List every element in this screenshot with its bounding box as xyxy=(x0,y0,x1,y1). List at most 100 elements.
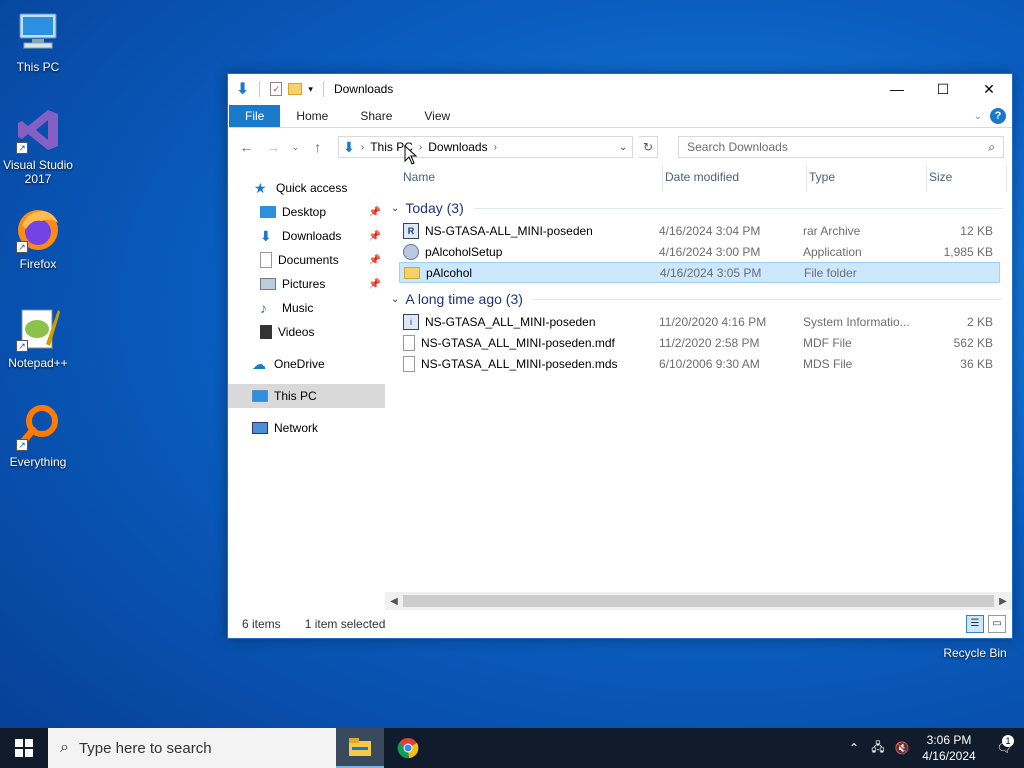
breadcrumb-downloads[interactable]: Downloads xyxy=(428,140,487,154)
tab-file[interactable]: File xyxy=(229,105,281,127)
column-size[interactable]: Size xyxy=(927,166,1007,192)
new-folder-icon[interactable] xyxy=(288,83,303,95)
details-view-icon[interactable]: ☰ xyxy=(966,615,984,633)
tab-home[interactable]: Home xyxy=(280,105,344,127)
customize-toolbar-icon[interactable]: ▾ xyxy=(308,84,313,95)
shortcut-arrow-icon: ↗ xyxy=(16,241,28,253)
system-tray: ⌃ 🖧 🔇 3:06 PM 4/16/2024 🗨 1 xyxy=(842,728,1024,768)
desktop-folder-icon xyxy=(260,206,276,218)
chevron-down-icon: ⌄ xyxy=(391,293,400,305)
tab-view[interactable]: View xyxy=(408,105,466,127)
cloud-icon: ☁ xyxy=(252,356,266,372)
shortcut-arrow-icon: ↗ xyxy=(16,142,28,154)
search-input[interactable]: Search Downloads ⌕ xyxy=(678,136,1004,158)
rar-archive-icon: R xyxy=(403,222,419,239)
desktop-icon-this-pc[interactable]: This PC xyxy=(0,8,76,74)
nav-videos[interactable]: Videos xyxy=(228,320,385,344)
shortcut-arrow-icon: ↗ xyxy=(16,439,28,451)
desktop-icon-label: This PC xyxy=(16,60,60,74)
desktop-icon-label: Recycle Bin xyxy=(943,646,1007,660)
documents-icon xyxy=(260,252,272,268)
back-button[interactable]: ← xyxy=(236,139,257,155)
computer-icon xyxy=(252,390,268,402)
file-list: Name Date modified Type Size ⌄ Today (3)… xyxy=(385,166,1012,610)
file-row-selected[interactable]: pAlcohol 4/16/2024 3:05 PM File folder xyxy=(399,262,1000,283)
file-row[interactable]: pAlcoholSetup 4/16/2024 3:00 PM Applicat… xyxy=(399,241,1000,262)
file-row[interactable]: NS-GTASA_ALL_MINI-poseden.mdf 11/2/2020 … xyxy=(399,332,1000,353)
desktop-icon-firefox[interactable]: ↗ Firefox xyxy=(0,205,76,271)
close-button[interactable]: ✕ xyxy=(966,74,1012,104)
nav-onedrive[interactable]: ☁ OneDrive xyxy=(228,352,385,376)
refresh-button[interactable]: ↻ xyxy=(639,136,659,158)
nav-this-pc[interactable]: This PC xyxy=(228,384,385,408)
download-arrow-icon[interactable]: ⬇ xyxy=(236,79,249,99)
column-headers: Name Date modified Type Size xyxy=(385,166,1012,192)
system-info-icon: i xyxy=(403,313,419,330)
file-icon xyxy=(403,334,415,351)
scrollbar-thumb[interactable] xyxy=(403,595,994,607)
group-header-today[interactable]: ⌄ Today (3) xyxy=(385,196,1012,220)
nav-network[interactable]: Network xyxy=(228,416,385,440)
column-type[interactable]: Type xyxy=(807,166,927,192)
windows-logo-icon xyxy=(15,739,33,757)
up-button[interactable]: ↑ xyxy=(307,139,328,155)
notepadpp-icon: ↗ xyxy=(14,304,62,352)
taskbar-chrome[interactable] xyxy=(384,728,432,768)
desktop-icon-visual-studio[interactable]: ↗ Visual Studio 2017 xyxy=(0,106,76,186)
nav-pictures[interactable]: Pictures 📌 xyxy=(228,272,385,296)
address-bar[interactable]: ⬇ › This PC › Downloads › ⌄ xyxy=(338,136,634,158)
nav-quick-access[interactable]: ★ Quick access xyxy=(228,176,385,200)
recent-locations-icon[interactable]: ⌄ xyxy=(290,142,301,153)
title-bar: ⬇ ✓ ▾ Downloads ― ☐ ✕ xyxy=(228,74,1012,104)
maximize-button[interactable]: ☐ xyxy=(920,74,966,104)
minimize-button[interactable]: ― xyxy=(874,74,920,104)
nav-music[interactable]: ♪ Music xyxy=(228,296,385,320)
navigation-pane: ★ Quick access Desktop 📌 ⬇ Downloads 📌 D… xyxy=(228,166,385,610)
notification-badge: 1 xyxy=(1002,735,1014,747)
network-icon[interactable]: 🖧 xyxy=(866,738,890,759)
item-count: 6 items xyxy=(242,617,281,631)
taskbar-search-input[interactable]: ⌕ Type here to search xyxy=(48,728,336,768)
pin-icon: 📌 xyxy=(368,278,381,290)
start-button[interactable] xyxy=(0,728,48,768)
large-icons-view-icon[interactable]: ▭ xyxy=(988,615,1006,633)
chevron-down-icon: ⌄ xyxy=(391,202,400,214)
volume-muted-icon[interactable]: 🔇 xyxy=(890,741,914,755)
nav-documents[interactable]: Documents 📌 xyxy=(228,248,385,272)
properties-icon[interactable]: ✓ xyxy=(270,82,283,96)
file-row[interactable]: i NS-GTASA_ALL_MINI-poseden 11/20/2020 4:… xyxy=(399,311,1000,332)
tab-share[interactable]: Share xyxy=(344,105,408,127)
horizontal-scrollbar[interactable]: ◀ ▶ xyxy=(385,592,1012,610)
desktop-icon-everything[interactable]: ↗ Everything xyxy=(0,403,76,469)
pin-icon: 📌 xyxy=(368,206,381,218)
folder-icon xyxy=(404,266,420,279)
clock[interactable]: 3:06 PM 4/16/2024 xyxy=(914,732,984,764)
desktop-icon-notepadpp[interactable]: ↗ Notepad++ xyxy=(0,304,76,370)
scroll-right-icon[interactable]: ▶ xyxy=(994,596,1012,607)
window-title: Downloads xyxy=(333,82,394,96)
group-header-long-ago[interactable]: ⌄ A long time ago (3) xyxy=(385,287,1012,311)
taskbar-file-explorer[interactable] xyxy=(336,728,384,768)
column-name[interactable]: Name xyxy=(403,166,663,192)
search-icon: ⌕ xyxy=(60,739,69,756)
pictures-icon xyxy=(260,278,276,290)
column-date-modified[interactable]: Date modified xyxy=(663,166,807,192)
file-row[interactable]: R NS-GTASA-ALL_MINI-poseden 4/16/2024 3:0… xyxy=(399,220,1000,241)
computer-icon xyxy=(14,8,62,56)
expand-ribbon-icon[interactable]: ⌄ xyxy=(974,111,982,122)
address-dropdown-icon[interactable]: ⌄ xyxy=(614,142,632,153)
notification-center-icon[interactable]: 🗨 1 xyxy=(984,735,1024,755)
shortcut-arrow-icon: ↗ xyxy=(16,340,28,352)
nav-desktop[interactable]: Desktop 📌 xyxy=(228,200,385,224)
nav-downloads[interactable]: ⬇ Downloads 📌 xyxy=(228,224,385,248)
search-icon: ⌕ xyxy=(988,139,995,154)
videos-icon xyxy=(260,325,272,339)
scroll-left-icon[interactable]: ◀ xyxy=(385,596,403,607)
chevron-up-icon[interactable]: ⌃ xyxy=(842,741,866,755)
file-row[interactable]: NS-GTASA_ALL_MINI-poseden.mds 6/10/2006 … xyxy=(399,353,1000,374)
forward-button[interactable]: → xyxy=(263,139,284,155)
chrome-icon xyxy=(397,738,419,759)
help-icon[interactable]: ? xyxy=(990,108,1006,124)
file-icon xyxy=(403,355,415,372)
visual-studio-icon: ↗ xyxy=(14,106,62,154)
